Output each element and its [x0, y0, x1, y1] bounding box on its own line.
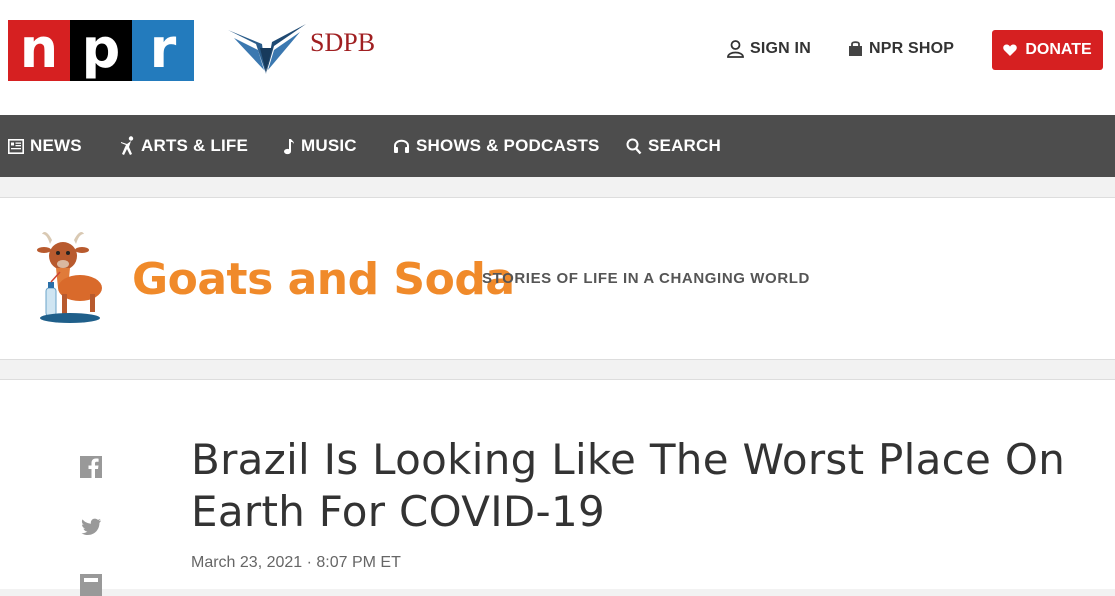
station-name: SDPB: [310, 28, 376, 57]
headphones-icon: [394, 139, 409, 153]
nav-label-news: NEWS: [30, 136, 82, 155]
nav-label-arts-life: ARTS & LIFE: [141, 136, 249, 155]
sign-in-label: SIGN IN: [750, 40, 811, 57]
nav-item-music[interactable]: MUSIC: [283, 115, 357, 177]
goat-mascot-icon[interactable]: [34, 226, 106, 330]
article-headline: Brazil Is Looking Like The Worst Place O…: [191, 435, 1066, 536]
twitter-icon[interactable]: [80, 516, 102, 538]
nav-label-music: MUSIC: [301, 136, 357, 155]
npr-logo-r: r: [132, 20, 194, 81]
user-icon: [727, 40, 744, 58]
npr-logo-n: n: [8, 20, 70, 81]
section-banner: Goats and Soda STORIES OF LIFE IN A CHAN…: [0, 197, 1115, 360]
npr-shop-link[interactable]: NPR SHOP: [848, 40, 954, 58]
station-logo[interactable]: SDPB: [226, 22, 375, 78]
music-note-icon: [284, 138, 294, 154]
article: Brazil Is Looking Like The Worst Place O…: [0, 379, 1115, 596]
nav-item-shows-podcasts[interactable]: SHOWS & PODCASTS: [393, 115, 600, 177]
arts-life-icon: [121, 136, 134, 155]
top-bar: n p r SDPB SIGN IN NPR SHOP DONATE: [0, 0, 1115, 115]
sign-in-link[interactable]: SIGN IN: [727, 40, 811, 58]
section-title[interactable]: Goats and Soda: [132, 254, 515, 305]
eagle-icon: [228, 24, 306, 74]
article-dateline: March 23, 2021 · 8:07 PM ET: [191, 554, 401, 571]
main-nav: NEWS ARTS & LIFE MUSIC SHOWS & PODCASTS …: [0, 115, 1115, 177]
nav-item-news[interactable]: NEWS: [8, 115, 82, 177]
flipboard-icon[interactable]: [80, 574, 102, 596]
nav-label-search: SEARCH: [648, 136, 721, 155]
news-icon: [8, 138, 24, 154]
nav-label-shows-podcasts: SHOWS & PODCASTS: [416, 136, 600, 155]
heart-icon: [1003, 44, 1018, 56]
nav-item-arts-life[interactable]: ARTS & LIFE: [120, 115, 248, 177]
facebook-icon[interactable]: [80, 456, 102, 478]
npr-logo[interactable]: n p r: [8, 20, 194, 81]
npr-logo-p: p: [70, 20, 132, 81]
nav-item-search[interactable]: SEARCH: [626, 115, 721, 177]
section-subtitle: STORIES OF LIFE IN A CHANGING WORLD: [482, 270, 810, 287]
shopping-bag-icon: [849, 41, 862, 56]
donate-button[interactable]: DONATE: [992, 30, 1103, 70]
npr-shop-label: NPR SHOP: [869, 40, 955, 57]
donate-label: DONATE: [1025, 41, 1092, 58]
search-icon: [626, 138, 642, 154]
